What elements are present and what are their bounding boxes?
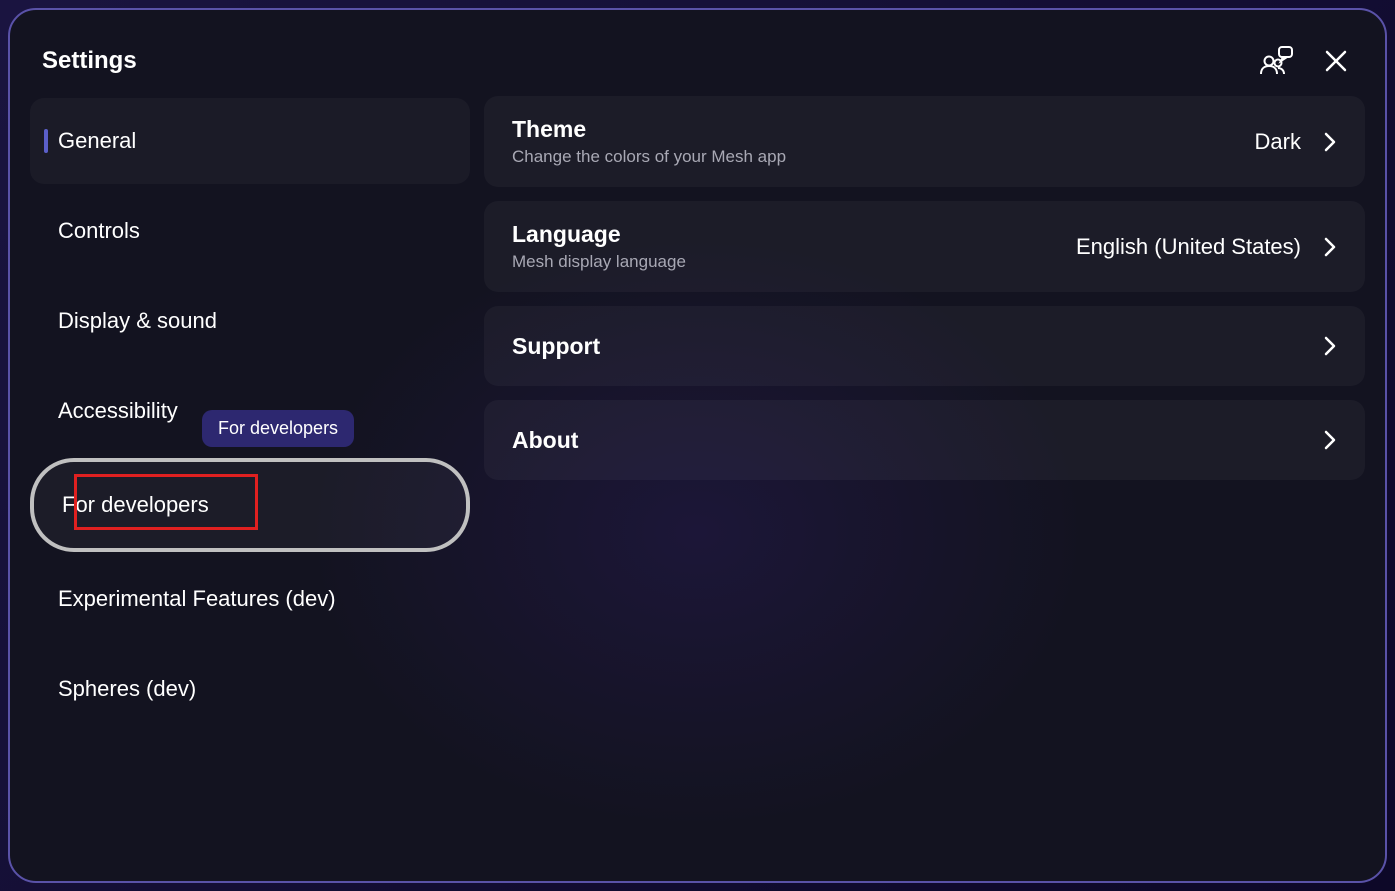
header-actions (1259, 46, 1347, 76)
setting-info: Support (512, 333, 600, 360)
setting-right (1323, 429, 1337, 451)
setting-value: English (United States) (1076, 234, 1301, 260)
sidebar-item-experimental-features[interactable]: Experimental Features (dev) (30, 556, 470, 642)
page-title: Settings (42, 47, 137, 75)
setting-row-theme[interactable]: Theme Change the colors of your Mesh app… (484, 96, 1365, 187)
setting-subtitle: Mesh display language (512, 252, 686, 272)
setting-row-language[interactable]: Language Mesh display language English (… (484, 201, 1365, 292)
sidebar-item-controls[interactable]: Controls (30, 188, 470, 274)
setting-value: Dark (1255, 129, 1301, 155)
sidebar-item-general[interactable]: General (30, 98, 470, 184)
sidebar-item-spheres[interactable]: Spheres (dev) (30, 646, 470, 732)
feedback-button[interactable] (1259, 46, 1293, 76)
setting-title: Language (512, 221, 686, 248)
sidebar-item-label: General (58, 128, 136, 154)
sidebar-item-label: Experimental Features (dev) (58, 586, 336, 612)
setting-subtitle: Change the colors of your Mesh app (512, 147, 786, 167)
setting-info: About (512, 427, 578, 454)
setting-row-support[interactable]: Support (484, 306, 1365, 386)
people-feedback-icon (1259, 46, 1293, 76)
chevron-right-icon (1323, 131, 1337, 153)
settings-window: Settings (8, 8, 1387, 883)
header: Settings (30, 22, 1365, 96)
sidebar-item-label: Spheres (dev) (58, 676, 196, 702)
sidebar-item-label: Controls (58, 218, 140, 244)
sidebar: General Controls Display & sound Accessi… (30, 96, 470, 861)
sidebar-item-display-sound[interactable]: Display & sound (30, 278, 470, 364)
content: General Controls Display & sound Accessi… (30, 96, 1365, 861)
setting-right: Dark (1255, 129, 1337, 155)
setting-title: Theme (512, 116, 786, 143)
close-button[interactable] (1325, 50, 1347, 72)
sidebar-item-label: For developers (62, 492, 209, 518)
setting-title: Support (512, 333, 600, 360)
sidebar-item-label: Display & sound (58, 308, 217, 334)
tooltip: For developers (202, 410, 354, 447)
setting-right: English (United States) (1076, 234, 1337, 260)
setting-info: Language Mesh display language (512, 221, 686, 272)
close-icon (1325, 50, 1347, 72)
sidebar-item-label: Accessibility (58, 398, 178, 424)
setting-right (1323, 335, 1337, 357)
setting-row-about[interactable]: About (484, 400, 1365, 480)
setting-info: Theme Change the colors of your Mesh app (512, 116, 786, 167)
main-panel: Theme Change the colors of your Mesh app… (470, 96, 1365, 861)
sidebar-item-for-developers[interactable]: For developers For developers (30, 458, 470, 552)
setting-title: About (512, 427, 578, 454)
chevron-right-icon (1323, 429, 1337, 451)
chevron-right-icon (1323, 335, 1337, 357)
chevron-right-icon (1323, 236, 1337, 258)
